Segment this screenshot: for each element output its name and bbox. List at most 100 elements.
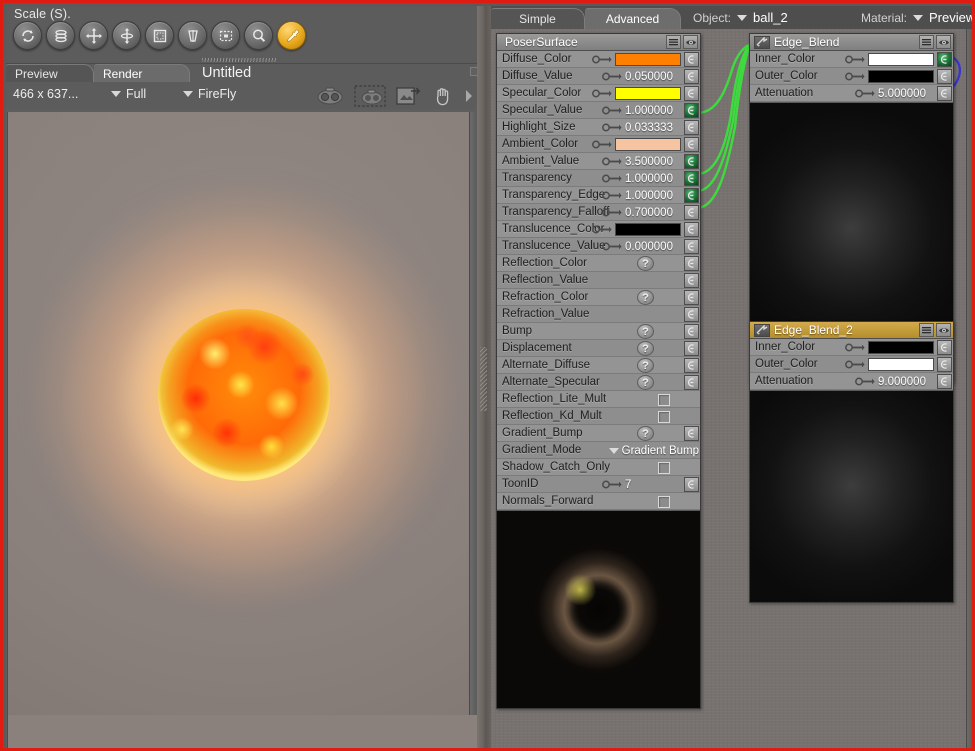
param-unconnected-icon[interactable]: ? <box>637 290 654 305</box>
param-number-value[interactable]: 5.000000 <box>878 88 934 100</box>
export-image-icon[interactable] <box>395 84 423 107</box>
param-color-swatch[interactable] <box>868 70 934 83</box>
rotate-tool[interactable] <box>13 21 42 50</box>
param-unconnected-icon[interactable]: ? <box>637 358 654 373</box>
param-number-value[interactable]: 7 <box>625 479 681 491</box>
node-edge-blend-2[interactable]: Edge_Blend_2 Inner_Color Outer_Color Atten… <box>749 321 954 603</box>
param-key-toggle[interactable] <box>845 55 865 64</box>
param-key-toggle[interactable] <box>602 480 622 489</box>
param-checkbox[interactable] <box>658 495 670 508</box>
param-key-toggle[interactable] <box>845 360 865 369</box>
param-connector-plug[interactable] <box>937 340 952 355</box>
param-connector-plug[interactable] <box>684 307 699 322</box>
node-param-row[interactable]: Refraction_Value <box>497 306 700 323</box>
param-color-swatch[interactable] <box>868 53 934 66</box>
param-color-swatch[interactable] <box>615 87 681 100</box>
material-canvas-scrollbar[interactable] <box>966 29 972 748</box>
param-number-value[interactable]: 1.000000 <box>625 190 681 202</box>
param-connector-plug[interactable] <box>937 52 952 67</box>
param-connector-plug[interactable] <box>684 205 699 220</box>
chainbreak-icon[interactable] <box>211 21 240 50</box>
param-color-swatch[interactable] <box>868 358 934 371</box>
param-connector-plug[interactable] <box>937 69 952 84</box>
node-param-row[interactable]: Attenuation 5.000000 <box>750 85 953 102</box>
param-connector-plug[interactable] <box>684 239 699 254</box>
magnifier-icon[interactable] <box>244 21 273 50</box>
param-color-swatch[interactable] <box>615 53 681 66</box>
node-param-row[interactable]: Outer_Color <box>750 68 953 85</box>
node-param-row[interactable]: Reflection_Lite_Mult <box>497 391 700 408</box>
object-selector[interactable]: Object: ball_2 <box>693 10 788 25</box>
param-number-value[interactable]: 1.000000 <box>625 105 681 117</box>
param-connector-plug[interactable] <box>684 290 699 305</box>
node-param-row[interactable]: ToonID 7 <box>497 476 700 493</box>
area-render-icon[interactable] <box>354 84 386 107</box>
param-unconnected-icon[interactable]: ? <box>637 341 654 356</box>
param-connector-plug[interactable] <box>684 188 699 203</box>
node-preview-thumbnail[interactable] <box>750 390 953 602</box>
param-number-value[interactable]: 0.033333 <box>625 122 681 134</box>
node-param-row[interactable]: Diffuse_Color <box>497 51 700 68</box>
node-visibility-eye-icon[interactable] <box>936 35 951 49</box>
render-engine-dropdown[interactable]: FireFly <box>183 87 236 101</box>
param-color-swatch[interactable] <box>615 138 681 151</box>
render-quality-dropdown[interactable]: Full <box>111 87 146 101</box>
node-header[interactable]: Edge_Blend <box>750 34 953 51</box>
node-param-row[interactable]: Transparency_Falloff 0.700000 <box>497 204 700 221</box>
node-param-row[interactable]: Displacement? <box>497 340 700 357</box>
param-key-toggle[interactable] <box>592 55 612 64</box>
node-preview-thumbnail[interactable] <box>497 510 700 708</box>
node-visibility-eye-icon[interactable] <box>683 35 698 49</box>
param-connector-plug[interactable] <box>684 137 699 152</box>
param-key-toggle[interactable] <box>845 343 865 352</box>
param-number-value[interactable]: 3.500000 <box>625 156 681 168</box>
node-param-row[interactable]: Translucence_Value 0.000000 <box>497 238 700 255</box>
material-selector[interactable]: Material: Preview <box>861 10 972 25</box>
param-unconnected-icon[interactable]: ? <box>637 256 654 271</box>
node-menu-icon[interactable] <box>666 35 681 49</box>
node-param-row[interactable]: Reflection_Color? <box>497 255 700 272</box>
param-connector-plug[interactable] <box>684 154 699 169</box>
next-arrow-icon[interactable] <box>463 85 475 107</box>
param-checkbox[interactable] <box>658 461 670 474</box>
param-connector-plug[interactable] <box>684 103 699 118</box>
tab-render[interactable]: Render <box>94 64 190 83</box>
node-param-row[interactable]: Diffuse_Value 0.050000 <box>497 68 700 85</box>
param-key-toggle[interactable] <box>845 72 865 81</box>
node-param-row[interactable]: Bump? <box>497 323 700 340</box>
param-key-toggle[interactable] <box>602 106 622 115</box>
node-visibility-eye-icon[interactable] <box>936 323 951 337</box>
node-param-row[interactable]: Transparency 1.000000 <box>497 170 700 187</box>
param-key-toggle[interactable] <box>602 72 622 81</box>
panel-splitter[interactable] <box>477 6 491 748</box>
node-param-row[interactable]: Reflection_Kd_Mult <box>497 408 700 425</box>
updown-icon[interactable] <box>112 21 141 50</box>
taper-icon[interactable] <box>178 21 207 50</box>
twist-tool[interactable] <box>46 21 75 50</box>
param-connector-plug[interactable] <box>684 222 699 237</box>
node-param-row[interactable]: Transparency_Edge 1.000000 <box>497 187 700 204</box>
render-dimensions-label[interactable]: 466 x 637... <box>13 87 78 101</box>
param-number-value[interactable]: 0.000000 <box>625 241 681 253</box>
node-param-row[interactable]: Alternate_Diffuse? <box>497 357 700 374</box>
node-header[interactable]: PoserSurface <box>497 34 700 51</box>
node-header[interactable]: Edge_Blend_2 <box>750 322 953 339</box>
node-param-row[interactable]: Specular_Color <box>497 85 700 102</box>
node-menu-icon[interactable] <box>919 35 934 49</box>
param-connector-plug[interactable] <box>684 324 699 339</box>
param-connector-plug[interactable] <box>684 273 699 288</box>
node-param-row[interactable]: Gradient_Bump? <box>497 425 700 442</box>
param-connector-plug[interactable] <box>937 357 952 372</box>
eyedropper-icon[interactable] <box>277 21 306 50</box>
node-param-row[interactable]: Ambient_Color <box>497 136 700 153</box>
param-number-value[interactable]: 0.700000 <box>625 207 681 219</box>
param-connector-plug[interactable] <box>937 86 952 101</box>
param-key-toggle[interactable] <box>602 174 622 183</box>
param-key-toggle[interactable] <box>602 242 622 251</box>
node-menu-icon[interactable] <box>919 323 934 337</box>
param-key-toggle[interactable] <box>602 123 622 132</box>
param-checkbox[interactable] <box>658 410 670 423</box>
param-number-value[interactable]: 9.000000 <box>878 376 934 388</box>
param-key-toggle[interactable] <box>592 89 612 98</box>
move-icon[interactable] <box>79 21 108 50</box>
